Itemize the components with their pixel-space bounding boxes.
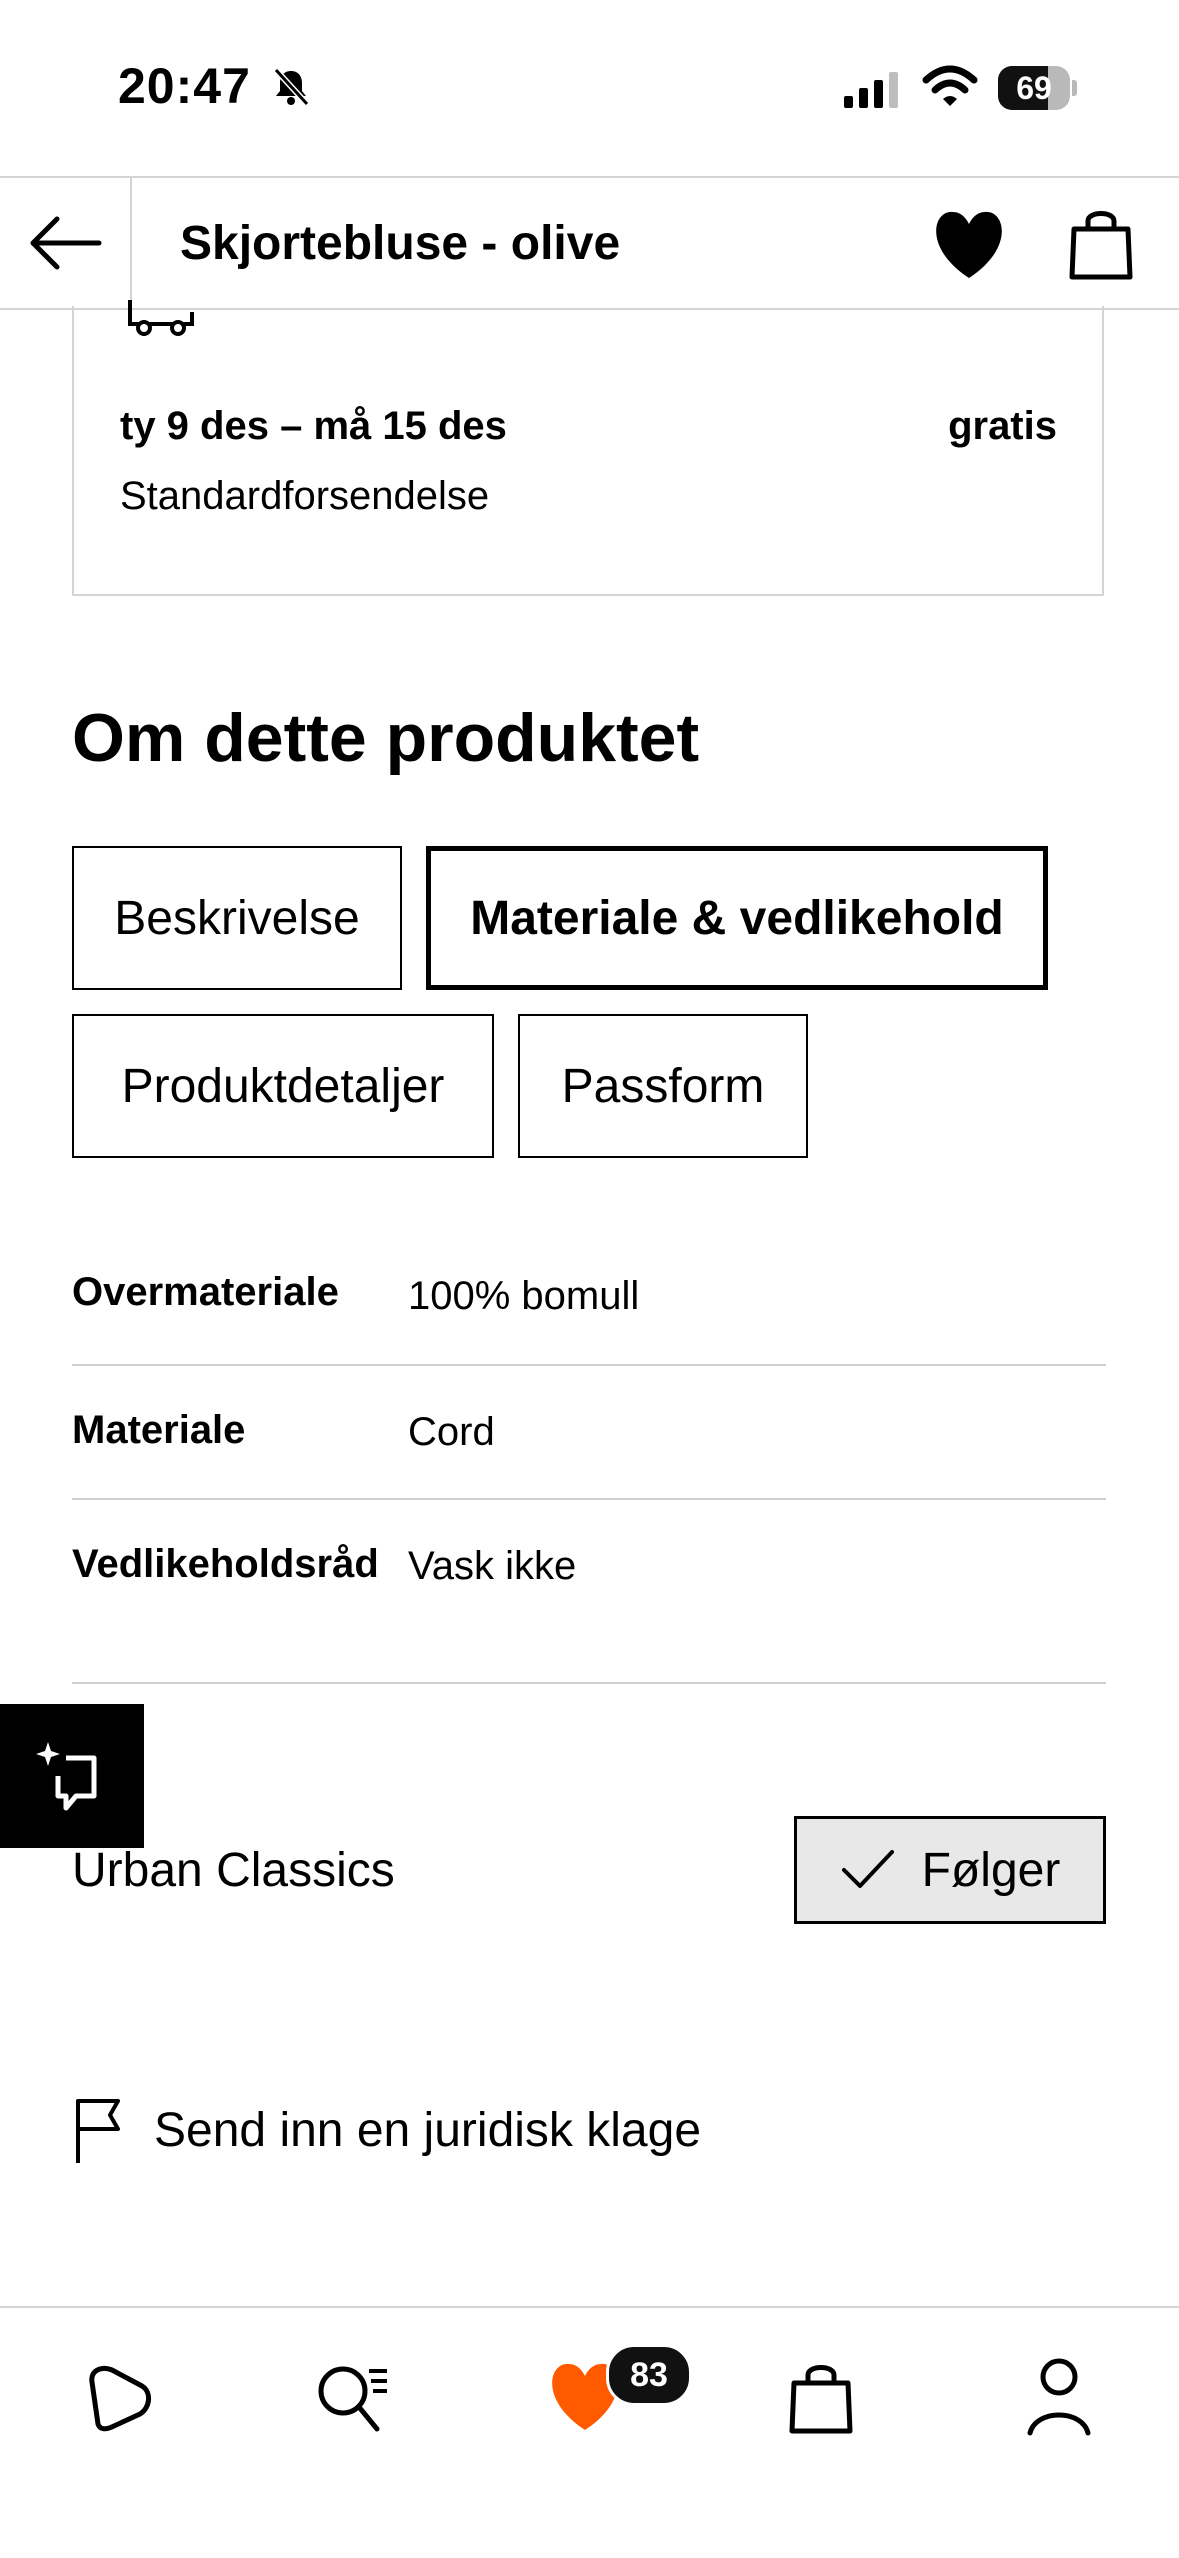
battery-percent: 69 bbox=[1016, 70, 1052, 106]
status-time: 20:47 bbox=[118, 58, 251, 114]
material-value: Vask ikke bbox=[408, 1544, 577, 1588]
tab-product-details[interactable]: Produktdetaljer bbox=[72, 1014, 494, 1158]
battery-indicator: 69 bbox=[998, 66, 1078, 110]
signal-icon bbox=[844, 72, 898, 108]
material-row: Overmateriale 100% bomull bbox=[72, 1254, 1106, 1366]
complaint-label: Send inn en juridisk klage bbox=[154, 2103, 702, 2157]
wishlist-count-badge: 83 bbox=[606, 2344, 692, 2406]
material-row: Vedlikeholdsråd Vask ikke bbox=[72, 1498, 1106, 1684]
tab-material-care[interactable]: Materiale & vedlikehold bbox=[426, 846, 1048, 990]
search-icon bbox=[318, 2366, 387, 2432]
brand-name[interactable]: Urban Classics bbox=[72, 1840, 395, 1902]
follow-label: Følger bbox=[921, 1843, 1061, 1897]
material-row: Materiale Cord bbox=[72, 1364, 1106, 1500]
heart-filled-icon bbox=[936, 211, 1002, 278]
material-label: Materiale bbox=[72, 1408, 246, 1452]
tab-label: Produktdetaljer bbox=[121, 1059, 445, 1113]
legal-complaint-link[interactable]: Send inn en juridisk klage bbox=[72, 2090, 701, 2170]
checkmark-icon bbox=[841, 1850, 894, 1888]
nav-bag[interactable] bbox=[766, 2342, 876, 2452]
shipping-price: gratis bbox=[948, 404, 1057, 448]
material-label: Vedlikeholdsråd bbox=[72, 1542, 379, 1586]
shipping-method: Standardforsendelse bbox=[120, 474, 490, 518]
back-button[interactable] bbox=[0, 178, 132, 308]
profile-icon bbox=[1027, 2358, 1091, 2436]
material-value: Cord bbox=[408, 1410, 495, 1454]
tab-label: Beskrivelse bbox=[114, 891, 360, 945]
home-icon bbox=[89, 2366, 151, 2432]
tab-fit[interactable]: Passform bbox=[518, 1014, 808, 1158]
truck-icon bbox=[128, 300, 194, 336]
nav-home[interactable] bbox=[64, 2342, 174, 2452]
tab-label: Passform bbox=[561, 1059, 765, 1113]
bag-icon bbox=[789, 2365, 853, 2434]
favorite-button[interactable] bbox=[924, 200, 1014, 290]
ai-assistant-button[interactable] bbox=[0, 1704, 144, 1848]
section-title: Om dette produktet bbox=[72, 700, 700, 776]
shopping-bag-icon bbox=[1069, 211, 1133, 280]
top-navigation: Skjortebluse - olive bbox=[0, 176, 1179, 310]
shopping-bag-button[interactable] bbox=[1056, 198, 1146, 288]
tab-description[interactable]: Beskrivelse bbox=[72, 846, 402, 990]
bottom-navigation: 83 bbox=[0, 2306, 1179, 2558]
nav-search[interactable] bbox=[298, 2342, 408, 2452]
tab-label: Materiale & vedlikehold bbox=[470, 891, 1004, 945]
wifi-icon bbox=[922, 65, 978, 106]
delivery-date: ty 9 des – må 15 des bbox=[120, 404, 507, 448]
material-label: Overmateriale bbox=[72, 1270, 339, 1314]
material-value: 100% bomull bbox=[408, 1274, 640, 1318]
bell-off-icon bbox=[273, 67, 310, 107]
sparkle-chat-icon bbox=[36, 1742, 97, 1811]
arrow-left-icon bbox=[30, 216, 102, 270]
nav-profile[interactable] bbox=[1004, 2342, 1114, 2452]
follow-button[interactable]: Følger bbox=[794, 1816, 1106, 1924]
page-title: Skjortebluse - olive bbox=[180, 217, 621, 270]
flag-icon bbox=[76, 2099, 120, 2163]
